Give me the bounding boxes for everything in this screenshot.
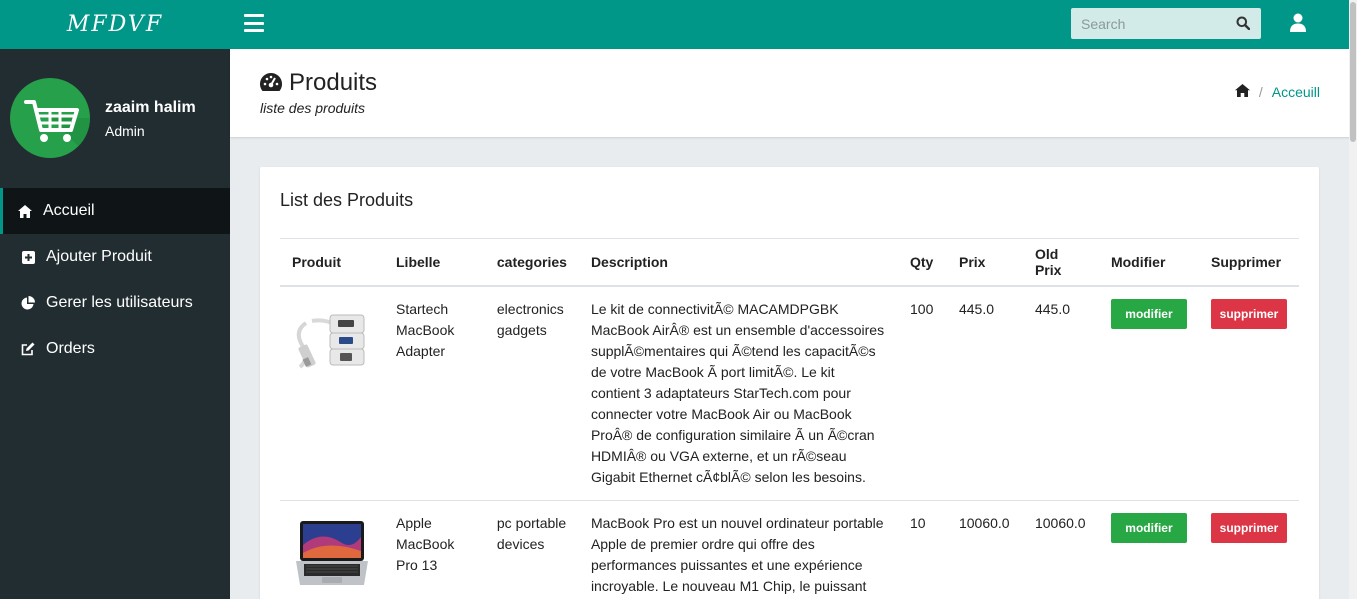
column-header-qty: Qty [898, 238, 947, 287]
categories-cell: pc portable devices [484, 500, 579, 599]
dashboard-icon [259, 72, 283, 94]
modifier-button[interactable]: modifier [1110, 512, 1187, 543]
shopping-cart-icon [24, 100, 90, 158]
column-header-prix: Prix [946, 238, 1023, 287]
card-title: List des Produits [280, 190, 414, 210]
column-header-categories: categories [484, 238, 579, 287]
categories-cell: electronics gadgets [484, 285, 579, 501]
breadcrumb: / Acceuill [1234, 84, 1320, 100]
libelle-cell: Startech MacBook Adapter [384, 285, 485, 501]
sidebar-item-orders[interactable]: Orders [0, 326, 230, 372]
qty-cell: 100 [898, 285, 947, 501]
column-header-description: Description [578, 238, 898, 287]
modifier-cell: modifier [1098, 285, 1199, 501]
user-role: Admin [105, 123, 145, 139]
avatar [10, 78, 90, 158]
supprimer-button[interactable]: supprimer [1211, 512, 1287, 543]
plus-square-icon [21, 250, 35, 264]
home-icon [18, 204, 32, 218]
menu-toggle-icon[interactable] [244, 14, 264, 32]
column-header-supprimer: Supprimer [1199, 238, 1299, 287]
description-cell: MacBook Pro est un nouvel ordinateur por… [578, 500, 898, 599]
products-card: List des Produits Produit Libelle catego… [260, 167, 1319, 599]
product-image-cell [280, 285, 384, 501]
description-cell: Le kit de connectivitÃ© MACAMDPGBK MacBo… [578, 285, 898, 501]
column-header-produit: Produit [280, 238, 384, 287]
user-panel: zaaim halim Admin [0, 49, 230, 188]
sidebar-item-label: Gerer les utilisateurs [46, 294, 193, 311]
table-row: Startech MacBook Adapter electronics gad… [280, 285, 1299, 501]
table-header-row: Produit Libelle categories Description Q… [280, 238, 1299, 287]
modifier-button[interactable]: modifier [1110, 298, 1187, 329]
user-icon[interactable] [1290, 13, 1306, 33]
qty-cell: 10 [898, 500, 947, 599]
column-header-old-prix: Old Prix [1022, 238, 1099, 287]
page-subtitle: liste des produits [260, 100, 366, 116]
brand-bar: MFDVF [0, 0, 230, 49]
sidebar-item-accueil[interactable]: Accueil [0, 188, 230, 234]
supprimer-cell: supprimer [1199, 500, 1299, 599]
libelle-cell: Apple MacBook Pro 13 [384, 500, 485, 599]
breadcrumb-separator: / [1258, 84, 1263, 100]
search-icon[interactable] [1236, 16, 1251, 31]
scrollbar-thumb[interactable] [1350, 2, 1356, 142]
sidebar-item-gerer-utilisateurs[interactable]: Gerer les utilisateurs [0, 280, 230, 326]
search-box [1071, 8, 1261, 39]
column-header-libelle: Libelle [384, 238, 485, 287]
sidebar-item-label: Accueil [43, 202, 95, 219]
old-prix-cell: 445.0 [1022, 285, 1099, 501]
sidebar-item-label: Orders [46, 340, 95, 357]
old-prix-cell: 10060.0 [1022, 500, 1099, 599]
user-name: zaaim halim [105, 99, 196, 116]
sidebar-item-label: Ajouter Produit [46, 248, 152, 265]
pie-chart-icon [21, 296, 35, 310]
supprimer-cell: supprimer [1199, 285, 1299, 501]
prix-cell: 445.0 [946, 285, 1023, 501]
page-title-text: Produits [289, 69, 378, 96]
brand-logo-text[interactable]: MFDVF [67, 12, 163, 37]
home-icon[interactable] [1234, 84, 1250, 100]
sidebar-item-ajouter-produit[interactable]: Ajouter Produit [0, 234, 230, 280]
column-header-modifier: Modifier [1098, 238, 1199, 287]
supprimer-button[interactable]: supprimer [1211, 298, 1287, 329]
product-image-cell [280, 500, 384, 599]
top-navbar [230, 0, 1357, 49]
table-row: Apple MacBook Pro 13 pc portable devices… [280, 500, 1299, 599]
breadcrumb-current[interactable]: Acceuill [1272, 84, 1320, 100]
products-table: Produit Libelle categories Description Q… [280, 238, 1299, 599]
startech-adapter-image [292, 300, 372, 377]
search-input[interactable] [1071, 8, 1231, 39]
sidebar-menu: Accueil Ajouter Produit Gerer les utilis… [0, 188, 230, 372]
page-scrollbar[interactable] [1349, 0, 1357, 599]
edit-icon [21, 342, 35, 356]
page-title: Produits [259, 69, 377, 97]
modifier-cell: modifier [1098, 500, 1199, 599]
sidebar: MFDVF zaaim halim Admin Accueil Ajouter … [0, 0, 230, 599]
macbook-pro-image [292, 514, 372, 591]
page-header: Produits liste des produits / Acceuill [230, 49, 1357, 137]
prix-cell: 10060.0 [946, 500, 1023, 599]
